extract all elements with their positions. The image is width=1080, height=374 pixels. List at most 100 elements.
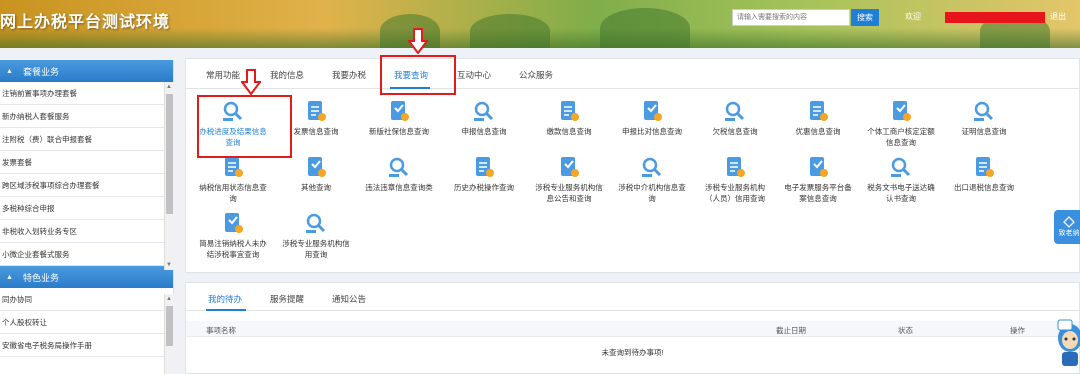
todo-tab-bar: 我的待办 服务提醒 通知公告 <box>186 283 1079 311</box>
agency-building-icon <box>640 155 664 179</box>
tab-notice[interactable]: 通知公告 <box>332 293 366 305</box>
annotation-box-tab <box>380 55 456 95</box>
query-item[interactable]: 税务文书电子送达确认书查询 <box>866 155 936 204</box>
document-delivery-icon <box>889 155 913 179</box>
sidebar-item[interactable]: 同办协同 <box>0 288 173 311</box>
query-item-label: 电子发票服务平台备案信息查询 <box>784 183 852 203</box>
query-item-label: 涉税专业服务机构信息公告和查询 <box>535 183 603 203</box>
collapse-arrow-icon: ▲ <box>6 273 13 281</box>
query-item[interactable]: 违法违章信息查询类 <box>364 155 434 193</box>
sidebar-section-package[interactable]: ▲ 套餐业务 <box>0 60 173 82</box>
redacted-username <box>945 12 1045 23</box>
column-header: 操作 <box>1010 326 1025 335</box>
empty-message: 未查询到待办事项! <box>601 348 664 357</box>
query-item[interactable]: 证明信息查询 <box>949 99 1019 137</box>
sidebar-scrollbar[interactable]: ▲ <box>164 294 174 374</box>
active-tab-indicator <box>206 309 246 311</box>
tab-interaction[interactable]: 互动中心 <box>457 69 491 81</box>
annotation-arrow-icon <box>408 28 428 54</box>
query-item[interactable]: 新版社保信息查询 <box>364 99 434 137</box>
column-header: 事项名称 <box>206 326 236 335</box>
query-item[interactable]: 简易注销纳税人未办结涉税事宜查询 <box>198 211 268 260</box>
sidebar-scrollbar[interactable]: ▲ ▼ <box>164 82 174 270</box>
floating-service-button[interactable]: 致老纳 <box>1054 210 1080 244</box>
query-item[interactable]: 涉税中介机构信息查询 <box>617 155 687 204</box>
assistant-mascot-icon[interactable] <box>1056 316 1080 368</box>
query-item-label: 申报信息查询 <box>461 127 507 136</box>
annotation-arrow-icon <box>241 69 261 95</box>
tag-icon <box>1063 216 1075 228</box>
section-label: 特色业务 <box>22 272 59 283</box>
query-item[interactable]: 涉税专业服务机构（人员）信用查询 <box>700 155 770 204</box>
query-item[interactable]: 纳税信用状态信息查询 <box>198 155 268 204</box>
query-item[interactable]: 缴款信息查询 <box>534 99 604 137</box>
compare-doc-icon <box>640 99 664 123</box>
scrollbar-thumb[interactable] <box>166 94 173 214</box>
todo-panel: 我的待办 服务提醒 通知公告 事项名称 截止日期 状态 操作 未查询到待办事项! <box>185 282 1080 374</box>
tab-my-info[interactable]: 我的信息 <box>270 69 304 81</box>
tab-handle-tax[interactable]: 我要办税 <box>332 69 366 81</box>
sidebar-item[interactable]: 非税收入划转业务专区 <box>0 220 173 243</box>
query-item[interactable]: 涉税专业服务机构信息公告和查询 <box>534 155 604 204</box>
query-item[interactable]: 个体工商户核定定额信息查询 <box>866 99 936 148</box>
agency-doc-icon <box>557 155 581 179</box>
scroll-up-icon[interactable]: ▲ <box>166 296 172 302</box>
simple-cancel-icon <box>221 211 245 235</box>
sidebar-item[interactable]: 小微企业套餐式服务 <box>0 243 173 266</box>
tab-public-service[interactable]: 公众服务 <box>519 69 553 81</box>
sidebar-item[interactable]: 多税种综合申报 <box>0 197 173 220</box>
logout-link[interactable]: 退出 <box>1050 11 1066 22</box>
query-item-label: 历史办税操作查询 <box>454 183 514 192</box>
scroll-up-icon[interactable]: ▲ <box>166 84 172 90</box>
sidebar-item[interactable]: 注附税（费）联合申报套餐 <box>0 128 173 151</box>
chat-icon <box>304 155 328 179</box>
sidebar-item[interactable]: 发票套餐 <box>0 151 173 174</box>
sidebar-item[interactable]: 跨区域涉税事项综合办理套餐 <box>0 174 173 197</box>
collapse-arrow-icon: ▲ <box>6 67 13 75</box>
scroll-down-icon[interactable]: ▼ <box>166 262 172 268</box>
section-label: 套餐业务 <box>22 66 59 77</box>
tab-my-todo[interactable]: 我的待办 <box>208 293 242 305</box>
query-item-label: 新版社保信息查询 <box>369 127 429 136</box>
query-item-label: 涉税专业服务机构信用查询 <box>282 239 350 259</box>
tab-bar: 常用功能 我的信息 我要办税 我要查询 互动中心 公众服务 <box>186 59 1079 89</box>
sidebar-item[interactable]: 安徽省电子税务局操作手册 <box>0 334 173 357</box>
query-item[interactable]: 电子发票服务平台备案信息查询 <box>783 155 853 204</box>
query-item[interactable]: 申报信息查询 <box>449 99 519 137</box>
query-item[interactable]: 历史办税操作查询 <box>449 155 519 193</box>
query-item[interactable]: 优惠信息查询 <box>783 99 853 137</box>
tab-common[interactable]: 常用功能 <box>206 69 240 81</box>
query-item[interactable]: 欠税信息查询 <box>700 99 770 137</box>
query-item-label: 涉税中介机构信息查询 <box>618 183 686 203</box>
query-item[interactable]: 涉税专业服务机构信用查询 <box>281 211 351 260</box>
social-doc-icon <box>387 99 411 123</box>
agency-credit-icon <box>304 211 328 235</box>
query-item-label: 涉税专业服务机构（人员）信用查询 <box>705 183 765 203</box>
sidebar-item[interactable]: 新办纳税人套餐服务 <box>0 105 173 128</box>
todo-table-header: 事项名称 截止日期 状态 操作 <box>186 321 1079 337</box>
invoice-doc-icon <box>304 99 328 123</box>
business-bag-icon <box>889 99 913 123</box>
query-item[interactable]: 其他查询 <box>281 155 351 193</box>
query-item-label: 税务文书电子送达确认书查询 <box>867 183 935 203</box>
certificate-icon <box>972 99 996 123</box>
query-item-label: 简易注销纳税人未办结涉税事宜查询 <box>199 239 267 259</box>
tab-service-reminder[interactable]: 服务提醒 <box>270 293 304 305</box>
credit-icon <box>221 155 245 179</box>
export-refund-icon <box>972 155 996 179</box>
sidebar-item[interactable]: 个人股权转让 <box>0 311 173 334</box>
query-item-label: 欠税信息查询 <box>712 127 758 136</box>
search-button[interactable]: 搜索 <box>851 9 879 26</box>
query-item[interactable]: 申报比对信息查询 <box>617 99 687 137</box>
user-greeting: 欢迎 <box>905 12 921 21</box>
payment-user-icon <box>557 99 581 123</box>
query-item[interactable]: 出口退税信息查询 <box>949 155 1019 193</box>
sidebar-item[interactable]: 注销前置事项办理套餐 <box>0 82 173 105</box>
search-input[interactable] <box>732 9 850 26</box>
history-clock-icon <box>472 155 496 179</box>
sidebar-section-special[interactable]: ▲ 特色业务 <box>0 266 173 288</box>
query-item-label: 申报比对信息查询 <box>622 127 682 136</box>
scrollbar-thumb[interactable] <box>166 306 173 346</box>
query-item-label: 纳税信用状态信息查询 <box>199 183 267 203</box>
query-item-label: 违法违章信息查询类 <box>365 183 433 192</box>
